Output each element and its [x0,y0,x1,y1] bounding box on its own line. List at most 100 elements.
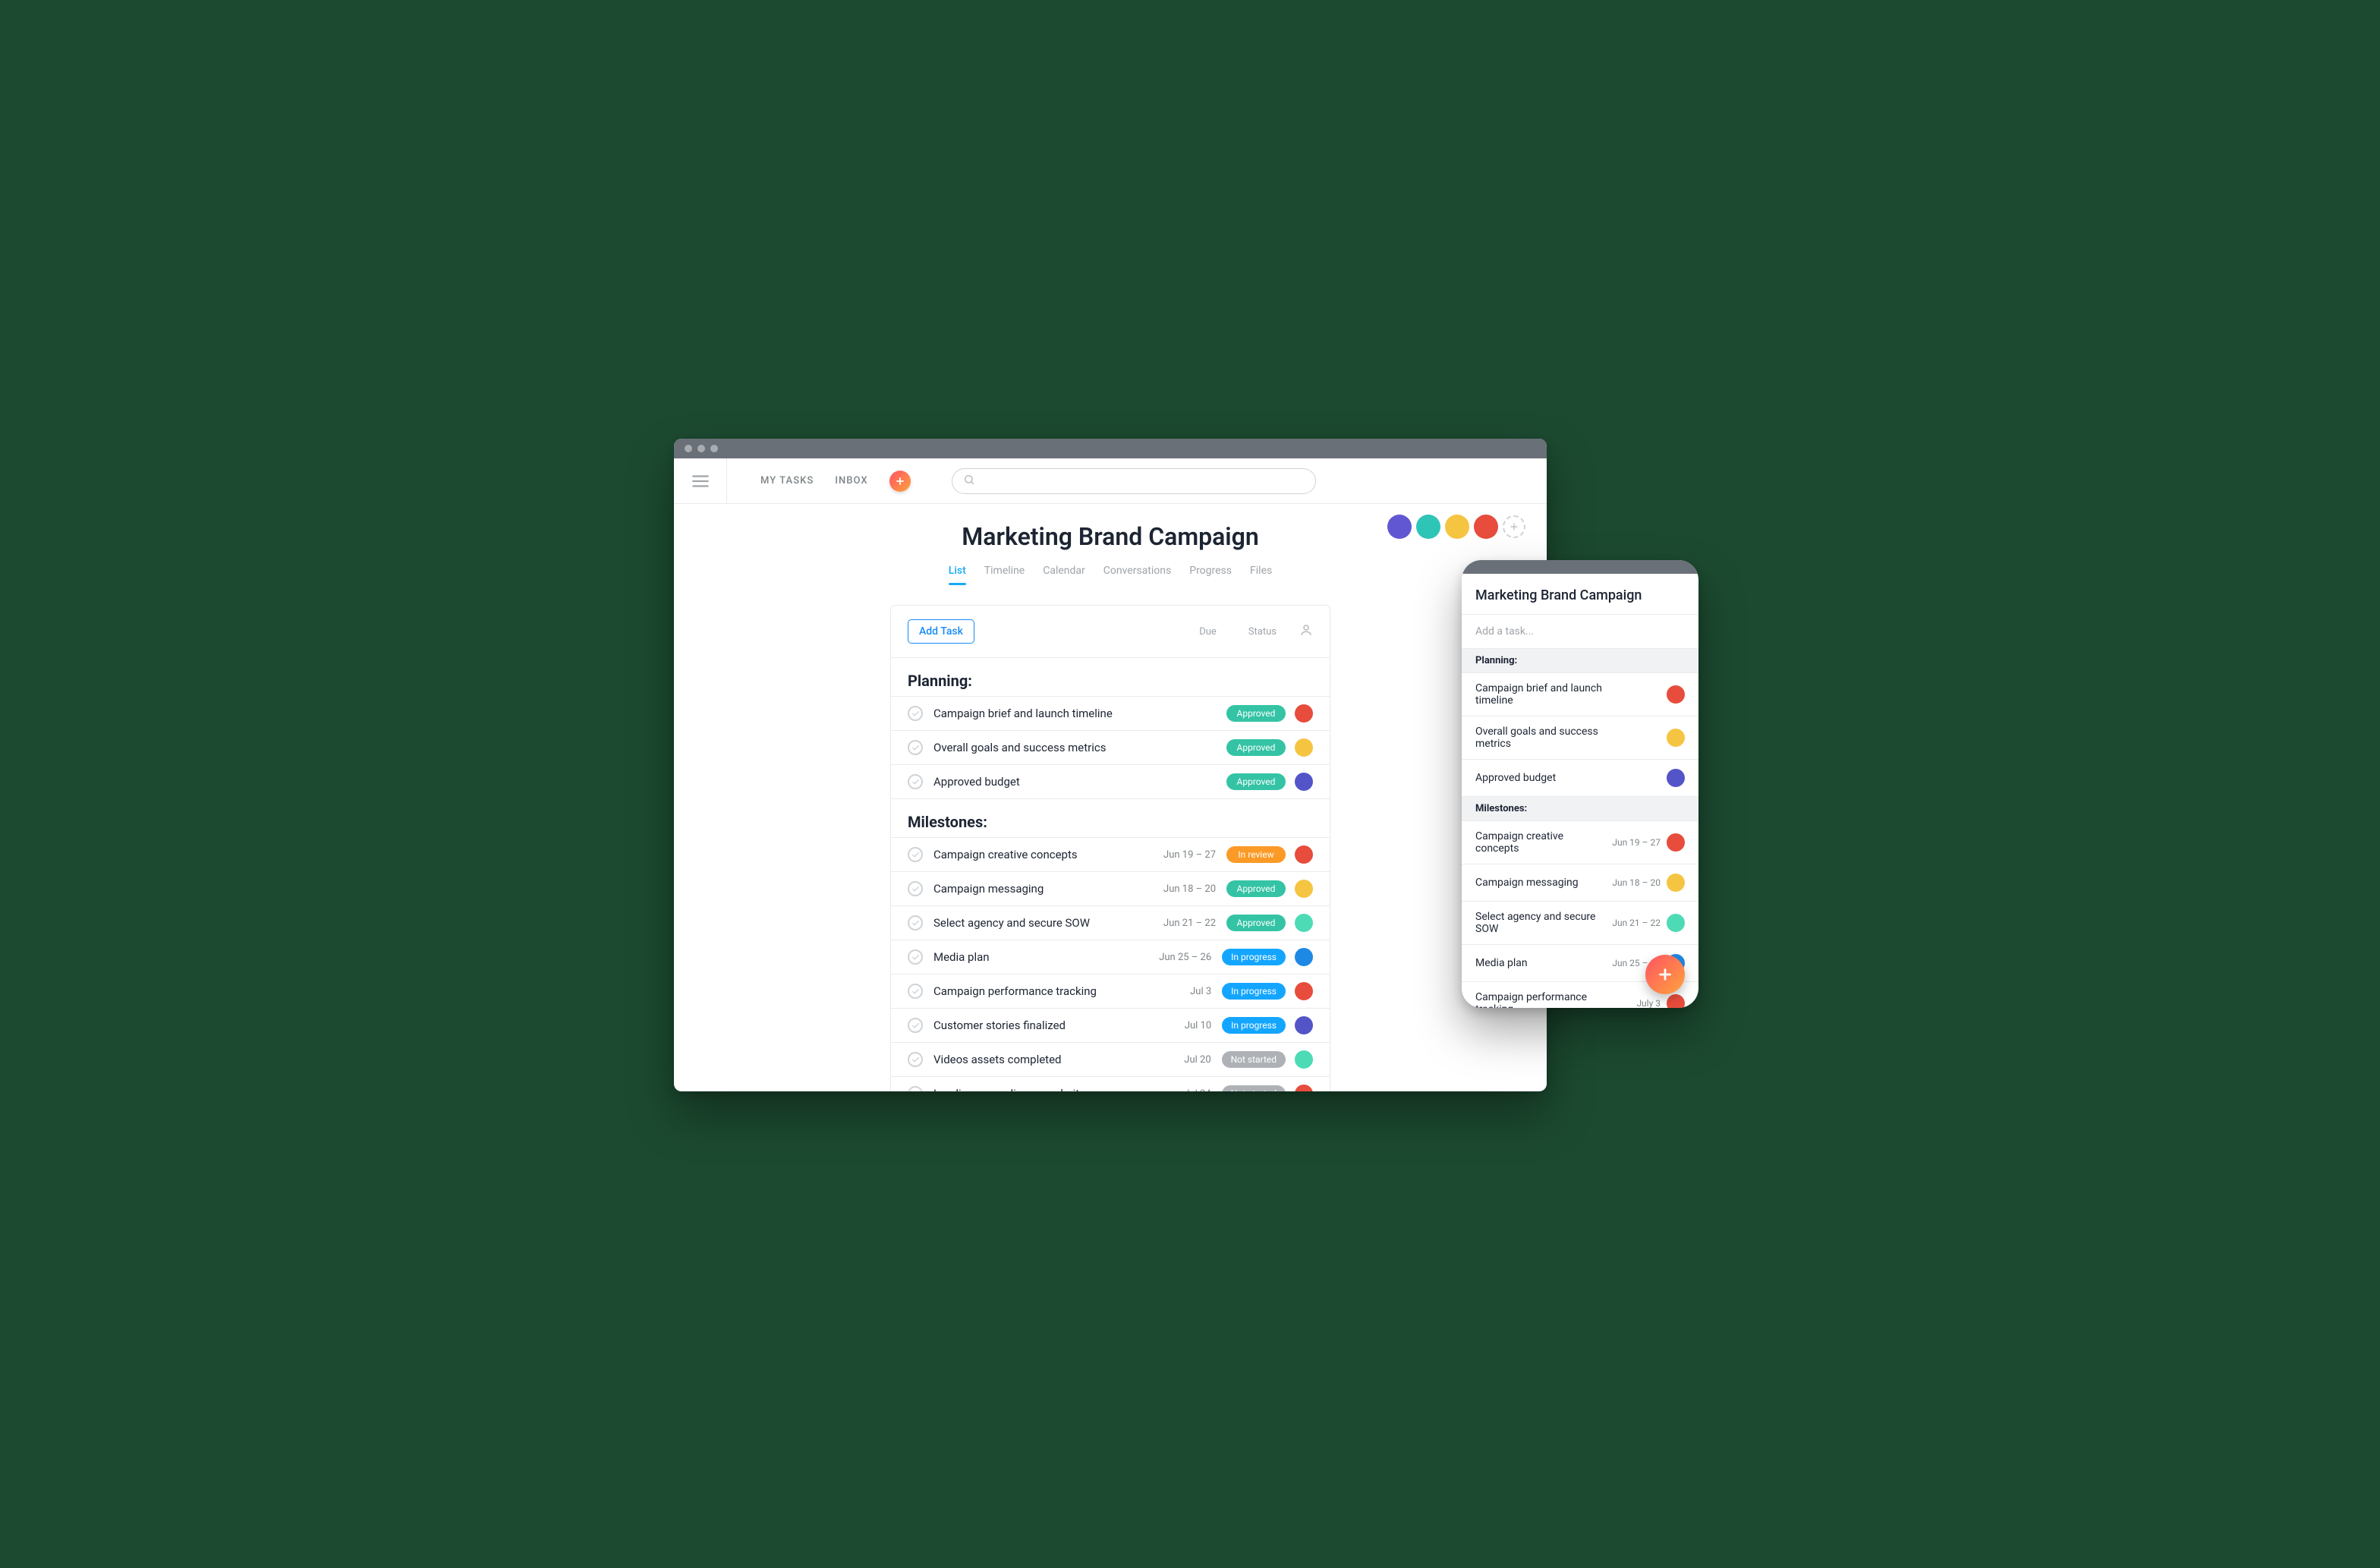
mobile-task-due: Jun 21 – 22 [1606,918,1661,928]
mobile-task-due: Jun 19 – 27 [1606,837,1661,848]
member-avatar[interactable] [1416,515,1440,539]
mobile-task-avatar[interactable] [1667,729,1685,747]
mobile-fab-add[interactable] [1645,955,1685,994]
complete-checkbox[interactable] [908,774,923,789]
mobile-task-name: Campaign brief and launch timeline [1475,682,1606,707]
mobile-task-avatar[interactable] [1667,914,1685,932]
task-assignee-avatar[interactable] [1295,914,1313,932]
menu-button[interactable] [674,458,727,504]
mobile-task-due: July 3 [1606,998,1661,1008]
mobile-task-avatar[interactable] [1667,994,1685,1008]
task-assignee-avatar[interactable] [1295,704,1313,723]
task-row[interactable]: Campaign messagingJun 18 – 20Approved [891,872,1330,906]
mobile-task-name: Approved budget [1475,772,1606,784]
task-assignee-avatar[interactable] [1295,982,1313,1000]
tab-list[interactable]: List [949,565,966,584]
task-status-pill[interactable]: Approved [1226,915,1286,931]
mobile-add-task-input[interactable]: Add a task... [1462,615,1698,649]
complete-checkbox[interactable] [908,1018,923,1033]
task-status-pill[interactable]: In progress [1222,949,1286,965]
mobile-task-avatar[interactable] [1667,769,1685,787]
task-status-pill[interactable]: Approved [1226,773,1286,790]
task-row[interactable]: Select agency and secure SOWJun 21 – 22A… [891,906,1330,940]
task-assignee-avatar[interactable] [1295,845,1313,864]
mobile-section-header[interactable]: Planning: [1462,649,1698,673]
member-avatar[interactable] [1445,515,1469,539]
mobile-task-name: Campaign creative concepts [1475,830,1606,855]
complete-checkbox[interactable] [908,1052,923,1067]
window-titlebar [674,439,1547,458]
complete-checkbox[interactable] [908,949,923,965]
complete-checkbox[interactable] [908,1086,923,1091]
task-row[interactable]: Campaign brief and launch timelineApprov… [891,697,1330,731]
quick-add-button[interactable] [889,471,911,492]
task-status-pill[interactable]: Approved [1226,705,1286,722]
task-row[interactable]: Media planJun 25 – 26In progress [891,940,1330,974]
complete-checkbox[interactable] [908,915,923,930]
mobile-task-row[interactable]: Overall goals and success metrics [1462,716,1698,760]
complete-checkbox[interactable] [908,881,923,896]
task-row[interactable]: Videos assets completedJul 20Not started [891,1043,1330,1077]
task-status-pill[interactable]: In progress [1222,983,1286,1000]
add-member-button[interactable] [1503,515,1525,538]
section-header[interactable]: Planning: [891,658,1330,697]
member-avatar[interactable] [1474,515,1498,539]
search-field[interactable] [952,468,1316,494]
mobile-task-row[interactable]: Campaign brief and launch timeline [1462,673,1698,716]
task-row[interactable]: Campaign performance trackingJul 3In pro… [891,974,1330,1009]
mobile-task-row[interactable]: Approved budget [1462,760,1698,797]
mobile-task-avatar[interactable] [1667,685,1685,704]
task-row[interactable]: Overall goals and success metricsApprove… [891,731,1330,765]
nav-inbox[interactable]: INBOX [835,475,867,486]
add-task-button[interactable]: Add Task [908,619,974,644]
task-row[interactable]: Campaign creative conceptsJun 19 – 27In … [891,838,1330,872]
complete-checkbox[interactable] [908,847,923,862]
task-name: Landing pages live on website [933,1087,1143,1091]
tab-calendar[interactable]: Calendar [1043,565,1085,584]
complete-checkbox[interactable] [908,984,923,999]
task-status-pill[interactable]: Not started [1222,1085,1286,1091]
mobile-task-row[interactable]: Campaign messagingJun 18 – 20 [1462,864,1698,902]
tab-timeline[interactable]: Timeline [984,565,1025,584]
mobile-task-name: Campaign messaging [1475,877,1606,889]
task-row[interactable]: Customer stories finalizedJul 10In progr… [891,1009,1330,1043]
window-dot [710,445,718,452]
mobile-task-due: Jun 18 – 20 [1606,877,1661,888]
nav-links: MY TASKS INBOX [760,471,911,492]
mobile-section-header[interactable]: Milestones: [1462,797,1698,821]
task-assignee-avatar[interactable] [1295,1016,1313,1034]
tab-files[interactable]: Files [1250,565,1272,584]
task-due: Jul 24 [1143,1088,1211,1092]
mobile-task-avatar[interactable] [1667,874,1685,892]
task-row[interactable]: Approved budgetApproved [891,765,1330,799]
assignee-icon [1277,623,1313,640]
task-status-pill[interactable]: Approved [1226,739,1286,756]
mobile-task-row[interactable]: Select agency and secure SOWJun 21 – 22 [1462,902,1698,945]
tab-progress[interactable]: Progress [1189,565,1232,584]
task-status-pill[interactable]: In progress [1222,1017,1286,1034]
search-input[interactable] [981,474,1305,488]
tab-conversations[interactable]: Conversations [1103,565,1171,584]
mobile-titlebar [1462,560,1698,574]
mobile-task-avatar[interactable] [1667,833,1685,852]
task-status-pill[interactable]: In review [1226,846,1286,863]
complete-checkbox[interactable] [908,740,923,755]
task-assignee-avatar[interactable] [1295,948,1313,966]
task-assignee-avatar[interactable] [1295,773,1313,791]
task-name: Videos assets completed [933,1053,1143,1066]
task-assignee-avatar[interactable] [1295,738,1313,757]
task-status-pill[interactable]: Approved [1226,880,1286,897]
nav-my-tasks[interactable]: MY TASKS [760,475,814,486]
member-avatar[interactable] [1387,515,1412,539]
complete-checkbox[interactable] [908,706,923,721]
content: Add Task Due Status Planning:Campaign br… [674,585,1547,1091]
mobile-task-name: Campaign performance tracking [1475,991,1606,1008]
task-row[interactable]: Landing pages live on websiteJul 24 Not s… [891,1077,1330,1091]
task-name: Media plan [933,950,1143,964]
task-assignee-avatar[interactable] [1295,880,1313,898]
task-assignee-avatar[interactable] [1295,1085,1313,1091]
task-assignee-avatar[interactable] [1295,1050,1313,1069]
section-header[interactable]: Milestones: [891,799,1330,838]
task-status-pill[interactable]: Not started [1222,1051,1286,1068]
mobile-task-row[interactable]: Campaign creative conceptsJun 19 – 27 [1462,821,1698,864]
